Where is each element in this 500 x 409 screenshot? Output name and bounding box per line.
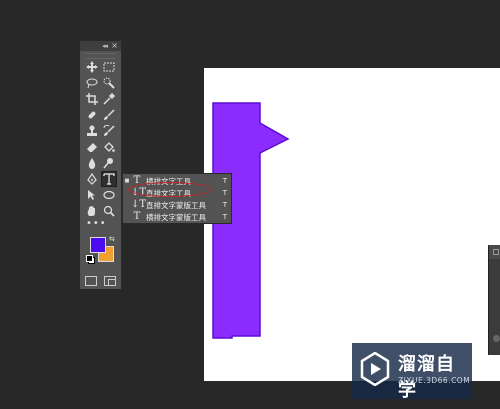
- more-tools-icon[interactable]: •••: [80, 219, 121, 233]
- tools-panel-header[interactable]: ◂◂ ×: [80, 41, 121, 51]
- type-tool-icon[interactable]: [101, 171, 117, 187]
- menu-item-shortcut: T: [222, 213, 227, 221]
- marquee-tool-icon[interactable]: [101, 59, 117, 75]
- highlight-circle-annotation: [128, 182, 212, 197]
- crop-tool-icon[interactable]: [84, 91, 100, 107]
- screen-mode-icon[interactable]: [104, 276, 116, 286]
- lasso-tool-icon[interactable]: [84, 75, 100, 91]
- menu-item-shortcut: T: [222, 177, 227, 185]
- brush-tool-icon[interactable]: [101, 107, 117, 123]
- paint-bucket-tool-icon[interactable]: [101, 139, 117, 155]
- menu-item-label: 直排文字蒙版工具: [146, 200, 206, 210]
- type-tool-flyout: ■ T 横排文字工具 T ↓T 直排文字工具 T ↓T 直排文字蒙版工具 T T…: [122, 173, 232, 224]
- close-icon[interactable]: ×: [111, 41, 118, 51]
- menu-item-horizontal-type-mask[interactable]: T 横排文字蒙版工具 T: [123, 211, 231, 223]
- dodge-tool-icon[interactable]: [101, 155, 117, 171]
- eyedropper-tool-icon[interactable]: [101, 91, 117, 107]
- default-colors-icon[interactable]: [86, 255, 95, 264]
- menu-item-shortcut: T: [222, 201, 227, 209]
- panel-expand-icon[interactable]: [493, 249, 499, 255]
- docked-panel: [488, 245, 500, 355]
- menu-item-label: 横排文字蒙版工具: [146, 212, 206, 222]
- flag-shape: [212, 102, 290, 339]
- healing-brush-tool-icon[interactable]: [84, 107, 100, 123]
- foreground-color-swatch[interactable]: [90, 237, 106, 253]
- move-tool-icon[interactable]: [84, 59, 100, 75]
- history-brush-tool-icon[interactable]: [101, 123, 117, 139]
- blur-tool-icon[interactable]: [84, 155, 100, 171]
- menu-item-vertical-type-mask[interactable]: ↓T 直排文字蒙版工具 T: [123, 199, 231, 211]
- collapse-icon[interactable]: ◂◂: [102, 41, 108, 51]
- panel-knob-icon: [493, 335, 500, 342]
- vertical-type-mask-icon: ↓T: [131, 199, 147, 210]
- play-logo-icon: [360, 352, 390, 386]
- tools-panel: ◂◂ × ••• ⇆: [79, 40, 122, 290]
- pen-tool-icon[interactable]: [84, 171, 100, 187]
- swap-colors-icon[interactable]: ⇆: [109, 235, 115, 243]
- path-selection-tool-icon[interactable]: [84, 187, 100, 203]
- watermark-url: ZIXUE.3D66.COM: [398, 376, 471, 385]
- eraser-tool-icon[interactable]: [84, 139, 100, 155]
- panel-header[interactable]: [489, 245, 500, 259]
- color-swatches: ⇆: [80, 235, 121, 269]
- hand-tool-icon[interactable]: [84, 203, 100, 219]
- document-canvas[interactable]: [204, 68, 500, 381]
- watermark: 溜溜自学 ZIXUE.3D66.COM: [352, 343, 472, 401]
- ellipse-tool-icon[interactable]: [101, 187, 117, 203]
- quick-select-tool-icon[interactable]: [101, 75, 117, 91]
- quick-mask-icon[interactable]: [85, 276, 97, 286]
- selected-bullet-icon: ■: [124, 178, 130, 184]
- clone-stamp-tool-icon[interactable]: [84, 123, 100, 139]
- zoom-tool-icon[interactable]: [101, 203, 117, 219]
- menu-item-shortcut: T: [222, 189, 227, 197]
- horizontal-type-mask-icon: T: [133, 211, 141, 222]
